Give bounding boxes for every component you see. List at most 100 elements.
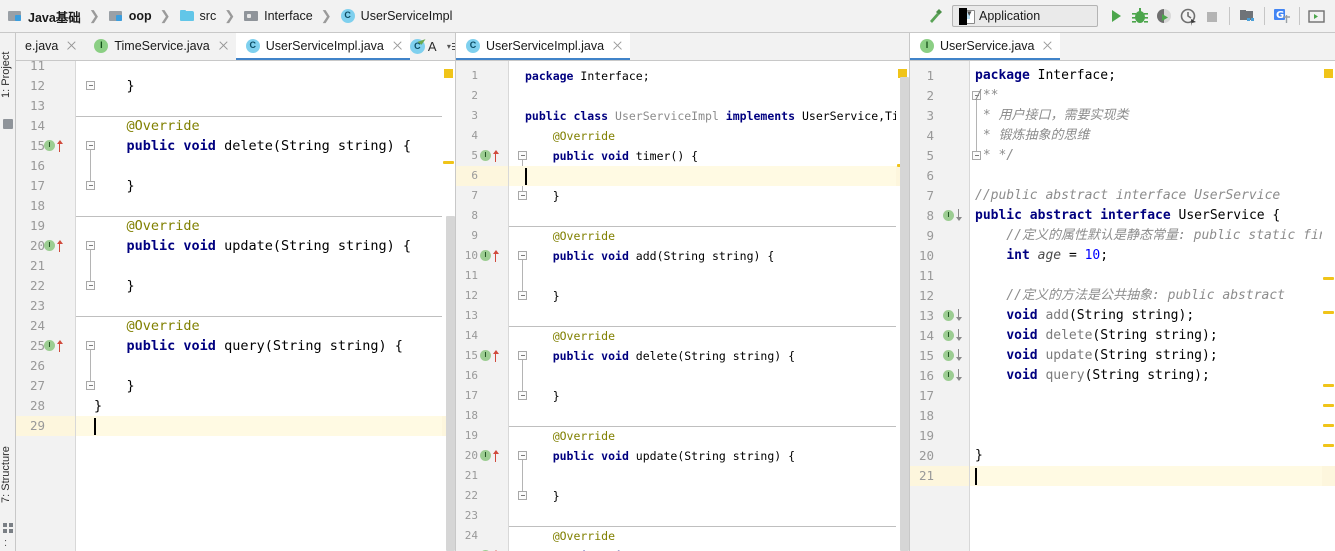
close-icon[interactable] bbox=[391, 39, 404, 52]
marker-bar-middle[interactable] bbox=[896, 61, 909, 551]
breadcrumb-item-oop[interactable]: oop bbox=[105, 0, 155, 33]
code-token: * */ bbox=[975, 148, 1015, 163]
editor-tab-userserviceimpl-java[interactable]: UserServiceImpl.java bbox=[235, 33, 410, 60]
line-number: 2 bbox=[471, 89, 478, 102]
implemented-method-icon[interactable] bbox=[943, 369, 965, 383]
interface-icon bbox=[93, 38, 109, 54]
warning-marker[interactable] bbox=[443, 161, 454, 164]
code-line: @Override bbox=[509, 226, 615, 246]
code-token: ; bbox=[1100, 248, 1109, 263]
breadcrumb-item-interface[interactable]: Interface bbox=[240, 0, 316, 33]
interface-marker-icon bbox=[943, 350, 954, 361]
editor-pane-middle[interactable]: 1234567891011121314151617181920212223242… bbox=[455, 61, 909, 551]
inspection-status-marker[interactable] bbox=[1324, 69, 1333, 78]
implementing-method-icon[interactable] bbox=[480, 149, 502, 163]
left-tool-window-strip: 1: Project 7: Structure : bbox=[0, 33, 16, 551]
implementing-method-icon[interactable] bbox=[44, 339, 66, 353]
gutter-middle[interactable]: 1234567891011121314151617181920212223242… bbox=[456, 61, 527, 551]
code-token: void bbox=[1006, 308, 1046, 323]
code-token: //定义的属性默认是静态常量: public static final bbox=[975, 228, 1335, 243]
implementing-method-icon[interactable] bbox=[480, 449, 502, 463]
code-token: public void bbox=[552, 349, 636, 363]
implemented-method-icon[interactable] bbox=[943, 329, 965, 343]
run-button[interactable] bbox=[1104, 3, 1128, 29]
profiler-button[interactable] bbox=[1176, 3, 1200, 29]
implementing-method-icon[interactable] bbox=[44, 139, 66, 153]
tool-window-structure[interactable]: 7: Structure bbox=[0, 433, 16, 517]
code-line: public void query(String string) { bbox=[76, 336, 403, 356]
stop-button[interactable] bbox=[1200, 3, 1224, 29]
line-number: 10 bbox=[918, 248, 934, 263]
code-area-right[interactable]: package Interface; /** * 用户接口，需要实现类 * 锻炼抽… bbox=[970, 61, 1335, 551]
implementing-method-icon[interactable] bbox=[480, 349, 502, 363]
google-translate-button[interactable]: G bbox=[1270, 3, 1294, 29]
code-line: public class UserServiceImpl implements … bbox=[509, 106, 909, 126]
code-line: @Override bbox=[509, 326, 615, 346]
editor-pane-right[interactable]: 123456789101112131415161718192021 packag… bbox=[909, 61, 1335, 551]
close-icon[interactable] bbox=[217, 39, 230, 52]
editor-tab-label: UserServiceImpl.java bbox=[486, 38, 605, 53]
caret-line-highlight bbox=[509, 166, 909, 186]
code-token: interface bbox=[1100, 208, 1179, 223]
warning-marker[interactable] bbox=[1323, 311, 1334, 314]
implemented-method-icon[interactable] bbox=[943, 209, 965, 223]
vertical-scrollbar-thumb[interactable] bbox=[900, 77, 909, 551]
gutter-right[interactable]: 123456789101112131415161718192021 bbox=[910, 61, 981, 551]
run-configuration-selector[interactable]: Application ▾ bbox=[952, 5, 1098, 27]
line-number: 23 bbox=[29, 298, 45, 313]
code-token: (String string); bbox=[1092, 348, 1218, 363]
line-number: 21 bbox=[29, 258, 45, 273]
code-token: (String string); bbox=[1084, 368, 1210, 383]
warning-marker[interactable] bbox=[1323, 444, 1334, 447]
line-number: 7 bbox=[471, 189, 478, 202]
warning-marker[interactable] bbox=[1323, 404, 1334, 407]
marker-bar-left[interactable] bbox=[442, 61, 455, 551]
warning-marker[interactable] bbox=[1323, 424, 1334, 427]
build-project-button[interactable] bbox=[922, 3, 948, 29]
text-caret bbox=[525, 168, 527, 185]
implementing-method-icon[interactable] bbox=[480, 249, 502, 263]
breadcrumb-item-userserviceimpl[interactable]: UserServiceImpl bbox=[337, 0, 456, 33]
inspection-status-marker[interactable] bbox=[444, 69, 453, 78]
tab-list-menu-icon[interactable]: ▾1 bbox=[447, 38, 455, 56]
implementing-method-icon[interactable] bbox=[44, 239, 66, 253]
implemented-method-icon[interactable] bbox=[943, 309, 965, 323]
code-area-middle[interactable]: package Interface; public class UserServi… bbox=[509, 61, 909, 551]
code-area-left[interactable]: } @Override public void delete(String st… bbox=[76, 61, 455, 551]
run-coverage-button[interactable] bbox=[1152, 3, 1176, 29]
line-number: 18 bbox=[918, 408, 934, 423]
close-icon[interactable] bbox=[611, 39, 624, 52]
editor-tab-userservice-java[interactable]: UserService.java bbox=[910, 33, 1061, 60]
debug-button[interactable] bbox=[1128, 3, 1152, 29]
breadcrumb-item-label: src bbox=[199, 9, 217, 23]
editor-tab-timeservice-java[interactable]: TimeService.java bbox=[84, 33, 235, 60]
text-caret bbox=[94, 418, 96, 435]
code-token: UserService { bbox=[1178, 208, 1281, 223]
code-line: package Interface; bbox=[970, 66, 1116, 86]
breadcrumb-item-java-[interactable]: Java基础 bbox=[4, 0, 84, 33]
editor-tab-userserviceimpl-java[interactable]: UserServiceImpl.java bbox=[456, 33, 631, 60]
code-line: * 用户接口，需要实现类 bbox=[970, 106, 1129, 126]
breadcrumb-item-src[interactable]: src bbox=[176, 0, 220, 33]
marker-bar-right[interactable] bbox=[1322, 61, 1335, 551]
code-token: @Override bbox=[94, 218, 200, 234]
line-number: 6 bbox=[471, 169, 478, 182]
editor-tabs-left: e.java TimeService.java UserServiceImpl.ja… bbox=[16, 33, 455, 61]
close-icon[interactable] bbox=[1041, 39, 1054, 52]
close-icon[interactable] bbox=[65, 39, 78, 52]
editor-pane-left[interactable]: 11121314151617181920212223242526272829 }… bbox=[16, 61, 455, 551]
gutter-left[interactable]: 11121314151617181920212223242526272829 bbox=[16, 61, 95, 551]
editor-tab-e-java[interactable]: e.java bbox=[16, 33, 84, 60]
terminal-button[interactable] bbox=[1305, 3, 1329, 29]
warning-marker[interactable] bbox=[1323, 277, 1334, 280]
code-token: //public abstract interface UserService bbox=[975, 188, 1281, 203]
project-icon bbox=[3, 119, 13, 129]
editor-tabs-middle: UserServiceImpl.java bbox=[455, 33, 909, 61]
project-structure-button[interactable] bbox=[1235, 3, 1259, 29]
code-token: @Override bbox=[525, 329, 616, 343]
warning-marker[interactable] bbox=[1323, 384, 1334, 387]
vertical-scrollbar-thumb[interactable] bbox=[446, 216, 455, 551]
tool-window-project[interactable]: 1: Project bbox=[0, 38, 16, 112]
inspections-widget-icon[interactable]: A bbox=[409, 35, 444, 57]
implemented-method-icon[interactable] bbox=[943, 349, 965, 363]
